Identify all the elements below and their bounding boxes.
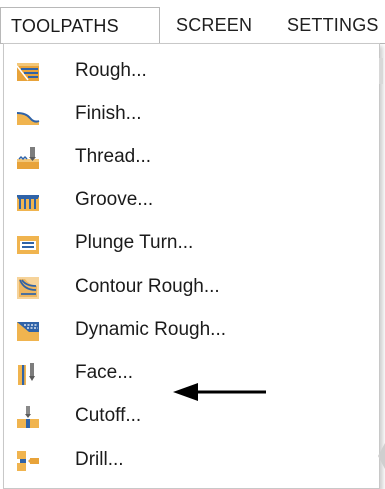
menu-item-groove[interactable]: Groove...	[4, 180, 379, 220]
menu-item-cutoff[interactable]: Cutoff...	[4, 396, 379, 436]
contour-rough-icon	[17, 277, 39, 299]
menu-item-thread[interactable]: Thread...	[4, 137, 379, 177]
cutoff-toolpath-icon	[17, 406, 39, 428]
tab-settings[interactable]: SETTINGS	[287, 7, 379, 43]
toolpaths-menu-screenshot: TOOLPATHS SCREEN SETTINGS Rough... Finis…	[0, 0, 385, 489]
background-shadow-fragment	[378, 443, 385, 469]
menu-item-label: Cutoff...	[75, 405, 142, 426]
menu-item-label: Finish...	[75, 103, 142, 124]
dynamic-rough-icon	[17, 322, 39, 341]
toolpaths-dropdown-menu: Rough... Finish... Thread... Groove... P…	[3, 43, 380, 489]
menu-item-label: Drill...	[75, 449, 124, 470]
menu-item-label: Face...	[75, 362, 134, 383]
tab-toolpaths[interactable]: TOOLPATHS	[0, 7, 160, 43]
plunge-turn-icon	[17, 236, 39, 254]
left-arrow-icon	[173, 383, 266, 401]
menu-item-label: Plunge Turn...	[75, 232, 194, 253]
background-edge	[379, 58, 383, 84]
thread-toolpath-icon	[17, 147, 39, 169]
rough-toolpath-icon	[16, 63, 39, 81]
finish-toolpath-icon	[16, 112, 40, 125]
menu-item-finish[interactable]: Finish...	[4, 94, 379, 134]
ribbon-tab-bar: TOOLPATHS SCREEN SETTINGS	[0, 0, 385, 44]
menu-item-label: Rough...	[75, 60, 147, 81]
menu-item-rough[interactable]: Rough...	[4, 51, 379, 91]
menu-item-drill[interactable]: Drill...	[4, 440, 379, 480]
tab-screen[interactable]: SCREEN	[176, 7, 252, 43]
face-toolpath-icon	[18, 363, 35, 385]
menu-item-label: Contour Rough...	[75, 276, 220, 297]
menu-item-label: Thread...	[75, 146, 152, 167]
menu-item-plunge-turn[interactable]: Plunge Turn...	[4, 223, 379, 263]
menu-item-dynamic-rough[interactable]: Dynamic Rough...	[4, 310, 379, 350]
menu-item-contour-rough[interactable]: Contour Rough...	[4, 267, 379, 307]
menu-item-label: Groove...	[75, 189, 154, 210]
drill-toolpath-icon	[17, 451, 39, 471]
groove-toolpath-icon	[17, 195, 39, 211]
menu-item-label: Dynamic Rough...	[75, 319, 227, 340]
